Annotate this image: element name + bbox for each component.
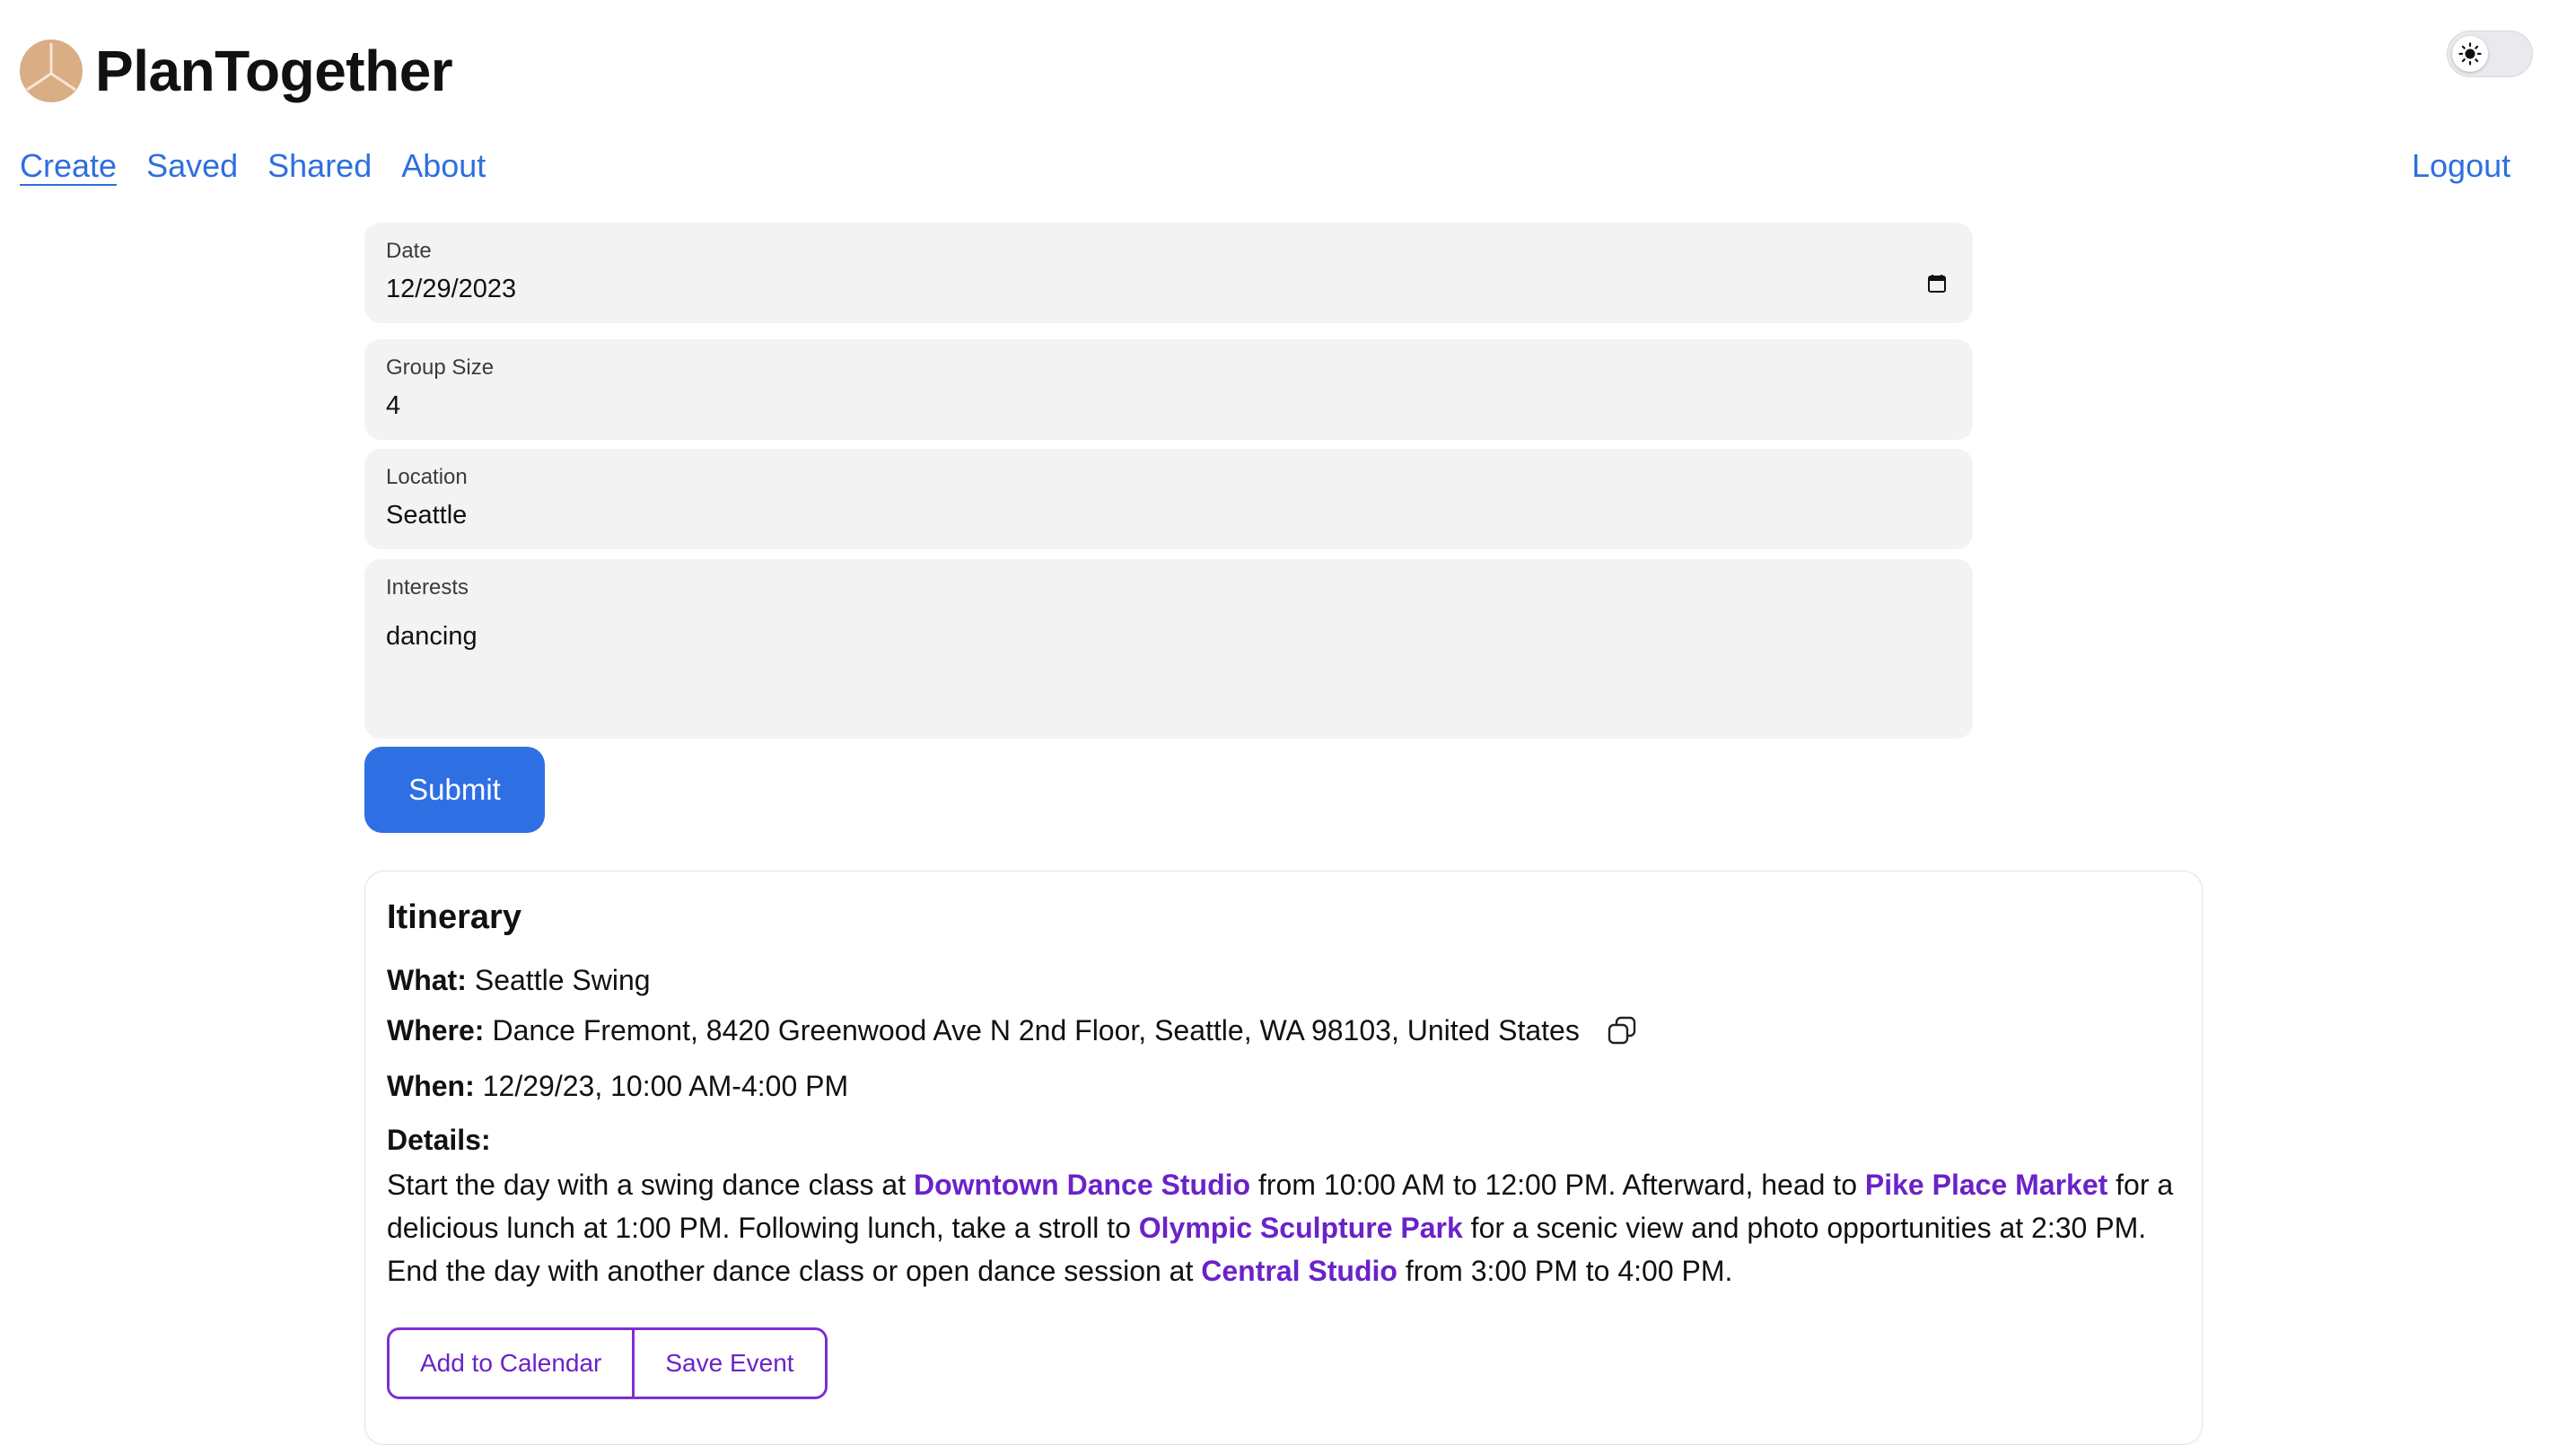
logout-link[interactable]: Logout bbox=[2412, 147, 2510, 185]
where-row: Where: Dance Fremont, 8420 Greenwood Ave… bbox=[387, 1012, 2180, 1048]
group-size-input[interactable]: 4 bbox=[386, 391, 1951, 421]
calendar-icon[interactable] bbox=[1926, 273, 1948, 294]
what-value: Seattle Swing bbox=[474, 964, 651, 996]
what-label: What: bbox=[387, 964, 467, 996]
itinerary-actions: Add to Calendar Save Event bbox=[387, 1327, 828, 1399]
interests-textarea[interactable]: dancing bbox=[386, 622, 1951, 652]
main-nav: Create Saved Shared About bbox=[20, 147, 486, 185]
interests-field[interactable]: Interests dancing bbox=[364, 559, 1973, 739]
date-input[interactable]: 12/29/2023 bbox=[386, 275, 1951, 304]
when-value: 12/29/23, 10:00 AM-4:00 PM bbox=[482, 1070, 849, 1102]
page: PlanTogether Create Saved Shared About L… bbox=[0, 0, 2576, 1445]
nav-saved[interactable]: Saved bbox=[146, 147, 238, 185]
save-event-button[interactable]: Save Event bbox=[632, 1330, 825, 1397]
submit-button[interactable]: Submit bbox=[364, 747, 545, 833]
group-size-label: Group Size bbox=[386, 355, 495, 380]
place-link: Central Studio bbox=[1201, 1255, 1398, 1287]
details-segment: from 10:00 AM to 12:00 PM. Afterward, he… bbox=[1250, 1169, 1865, 1201]
details-segment: Start the day with a swing dance class a… bbox=[387, 1169, 914, 1201]
date-field[interactable]: Date 12/29/2023 bbox=[364, 223, 1973, 323]
details-label: Details: bbox=[387, 1124, 491, 1156]
add-to-calendar-button[interactable]: Add to Calendar bbox=[390, 1330, 633, 1397]
interests-label: Interests bbox=[386, 575, 469, 600]
group-size-field[interactable]: Group Size 4 bbox=[364, 339, 1973, 440]
copy-icon[interactable] bbox=[1607, 1015, 1637, 1046]
place-link: Olympic Sculpture Park bbox=[1138, 1212, 1463, 1244]
where-label: Where: bbox=[387, 1014, 485, 1047]
app-logo-icon bbox=[20, 39, 83, 102]
place-link: Downtown Dance Studio bbox=[913, 1169, 1251, 1201]
nav-create[interactable]: Create bbox=[20, 147, 117, 185]
nav-shared[interactable]: Shared bbox=[267, 147, 372, 185]
date-label: Date bbox=[386, 239, 432, 263]
location-label: Location bbox=[386, 465, 468, 489]
place-link: Pike Place Market bbox=[1864, 1169, 2108, 1201]
theme-toggle-knob bbox=[2452, 36, 2488, 72]
itinerary-title: Itinerary bbox=[387, 898, 521, 936]
theme-toggle[interactable] bbox=[2447, 31, 2533, 77]
where-value: Dance Fremont, 8420 Greenwood Ave N 2nd … bbox=[492, 1014, 1580, 1047]
what-row: What: Seattle Swing bbox=[387, 962, 2180, 998]
sun-icon bbox=[2458, 42, 2482, 66]
details-text: Start the day with a swing dance class a… bbox=[387, 1163, 2182, 1292]
when-label: When: bbox=[387, 1070, 475, 1102]
location-input[interactable]: Seattle bbox=[386, 501, 1951, 530]
brand: PlanTogether bbox=[20, 38, 453, 104]
app-title: PlanTogether bbox=[95, 39, 453, 103]
details-segment: from 3:00 PM to 4:00 PM. bbox=[1397, 1255, 1733, 1287]
itinerary-card: Itinerary What: Seattle Swing Where: Dan… bbox=[364, 871, 2203, 1445]
when-row: When: 12/29/23, 10:00 AM-4:00 PM bbox=[387, 1068, 2180, 1104]
location-field[interactable]: Location Seattle bbox=[364, 449, 1973, 549]
nav-about[interactable]: About bbox=[401, 147, 486, 185]
